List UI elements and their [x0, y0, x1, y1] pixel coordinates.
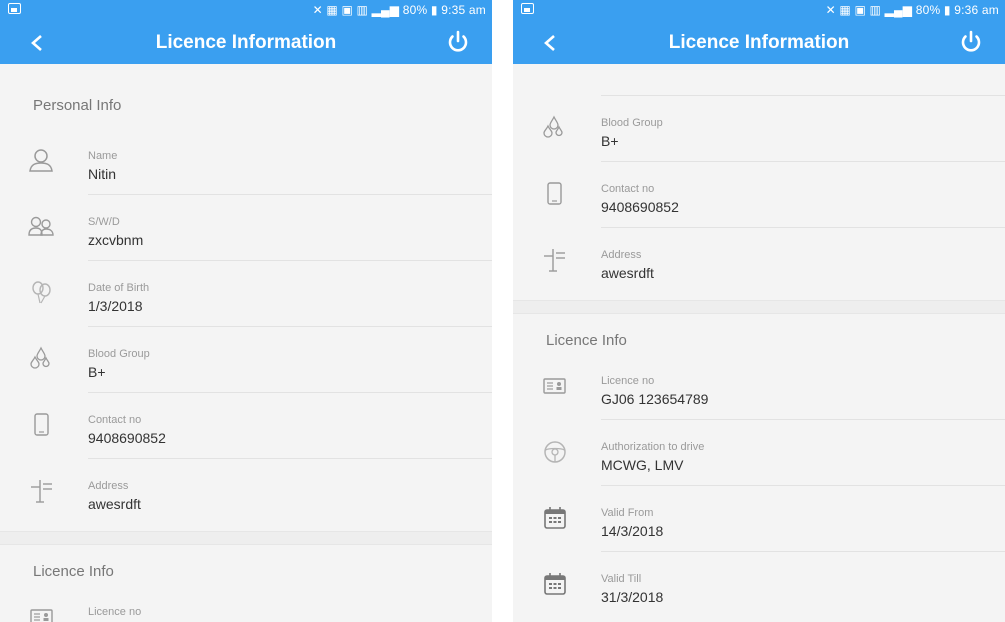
gallery-icon	[521, 3, 534, 14]
phone-icon	[28, 411, 56, 439]
info-row-address: Address awesrdft	[513, 228, 1005, 294]
details-list: Blood Group B+ Contact no 9408690852 Add…	[513, 64, 1005, 618]
field-value: MCWG, LMV	[601, 457, 684, 473]
info-row-licence-no: Licence no GJ06 123654789	[513, 354, 1005, 420]
info-row-authorization: Authorization to drive MCWG, LMV	[513, 420, 1005, 486]
scrolled-top-spacer	[513, 64, 1005, 96]
field-label: Blood Group	[601, 117, 663, 129]
status-time: 9:36 am	[954, 3, 999, 17]
status-bar: ✕ ▦ ▣ ▥ ▂▄▆ 80% ▮ 9:36 am	[513, 0, 1005, 21]
field-label: Contact no	[601, 183, 655, 195]
field-label: Address	[601, 249, 642, 261]
field-label: Valid Till	[601, 573, 642, 585]
power-icon	[961, 30, 981, 52]
field-label: Name	[88, 150, 118, 162]
info-row-dob: Date of Birth 1/3/2018	[0, 261, 492, 327]
section-separator	[513, 300, 1005, 314]
field-value: awesrdft	[601, 265, 654, 281]
field-value: 9408690852	[88, 430, 166, 446]
calendar-icon	[541, 504, 569, 532]
battery-icon: ▮	[430, 3, 438, 17]
status-indicators: ✕ ▦ ▣ ▥ ▂▄▆ 80% ▮ 9:36 am	[826, 3, 999, 17]
signal-icons: ✕ ▦ ▣ ▥ ▂▄▆	[312, 3, 403, 17]
field-value: 31/3/2018	[601, 589, 664, 605]
info-row-licence-no: Licence no	[0, 585, 492, 622]
info-row-swd: S/W/D zxcvbnm	[0, 195, 492, 261]
field-label: Date of Birth	[88, 282, 150, 294]
field-label: Address	[88, 480, 129, 492]
field-label: Valid From	[601, 507, 654, 519]
section-licence-info: Licence Info	[546, 332, 627, 349]
info-row-blood-group: Blood Group B+	[513, 96, 1005, 162]
info-row-address: Address awesrdft	[0, 459, 492, 525]
signpost-icon	[541, 246, 569, 274]
status-indicators: ✕ ▦ ▣ ▥ ▂▄▆ 80% ▮ 9:35 am	[313, 3, 486, 17]
section-personal-info: Personal Info	[33, 97, 122, 114]
steering-wheel-icon	[541, 438, 569, 466]
person-icon	[28, 147, 56, 175]
field-value: 14/3/2018	[601, 523, 664, 539]
id-card-icon	[541, 372, 569, 400]
battery-icon: ▮	[943, 3, 951, 17]
info-row-name: Name Nitin	[0, 129, 492, 195]
section-separator	[0, 531, 492, 545]
field-label: S/W/D	[88, 216, 120, 228]
blood-drops-icon	[541, 114, 569, 142]
info-row-valid-till: Valid Till 31/3/2018	[513, 552, 1005, 618]
logout-button[interactable]	[955, 26, 987, 58]
field-value: zxcvbnm	[88, 232, 144, 248]
field-label: Licence no	[601, 375, 655, 387]
info-row-blood-group: Blood Group B+	[0, 327, 492, 393]
section-licence-info: Licence Info	[33, 563, 114, 580]
id-card-icon	[28, 603, 56, 622]
blood-drops-icon	[28, 345, 56, 373]
page-title: Licence Information	[668, 32, 850, 53]
group-icon	[28, 213, 56, 241]
field-value: B+	[88, 364, 106, 380]
field-value: GJ06 123654789	[601, 391, 709, 407]
field-label: Licence no	[88, 606, 142, 618]
status-time: 9:35 am	[441, 3, 486, 17]
status-bar: ✕ ▦ ▣ ▥ ▂▄▆ 80% ▮ 9:35 am	[0, 0, 492, 21]
gallery-icon	[8, 3, 21, 14]
logout-button[interactable]	[442, 26, 474, 58]
field-label: Authorization to drive	[601, 441, 705, 453]
power-icon	[448, 30, 468, 52]
phone-icon	[541, 180, 569, 208]
battery-level: 80%	[402, 3, 428, 17]
field-label: Contact no	[88, 414, 142, 426]
calendar-icon	[541, 570, 569, 598]
app-bar: Licence Information	[0, 21, 492, 64]
signpost-icon	[28, 477, 56, 505]
info-row-contact: Contact no 9408690852	[513, 162, 1005, 228]
field-value: 1/3/2018	[88, 298, 143, 314]
info-row-contact: Contact no 9408690852	[0, 393, 492, 459]
field-value: 9408690852	[601, 199, 679, 215]
signal-icons: ✕ ▦ ▣ ▥ ▂▄▆	[825, 3, 916, 17]
field-value: Nitin	[88, 166, 117, 182]
phone-screen-left: ✕ ▦ ▣ ▥ ▂▄▆ 80% ▮ 9:35 am Licence Inform…	[0, 0, 492, 622]
battery-level: 80%	[915, 3, 941, 17]
field-value: B+	[601, 133, 619, 149]
info-row-valid-from: Valid From 14/3/2018	[513, 486, 1005, 552]
app-bar: Licence Information	[513, 21, 1005, 64]
phone-screen-right: ✕ ▦ ▣ ▥ ▂▄▆ 80% ▮ 9:36 am Licence Inform…	[513, 0, 1005, 622]
details-list: Personal Info Name Nitin S/W/D zxcvbnm D…	[0, 64, 492, 622]
field-value: awesrdft	[88, 496, 141, 512]
page-title: Licence Information	[155, 32, 337, 53]
balloons-icon	[28, 279, 56, 307]
field-label: Blood Group	[88, 348, 150, 360]
